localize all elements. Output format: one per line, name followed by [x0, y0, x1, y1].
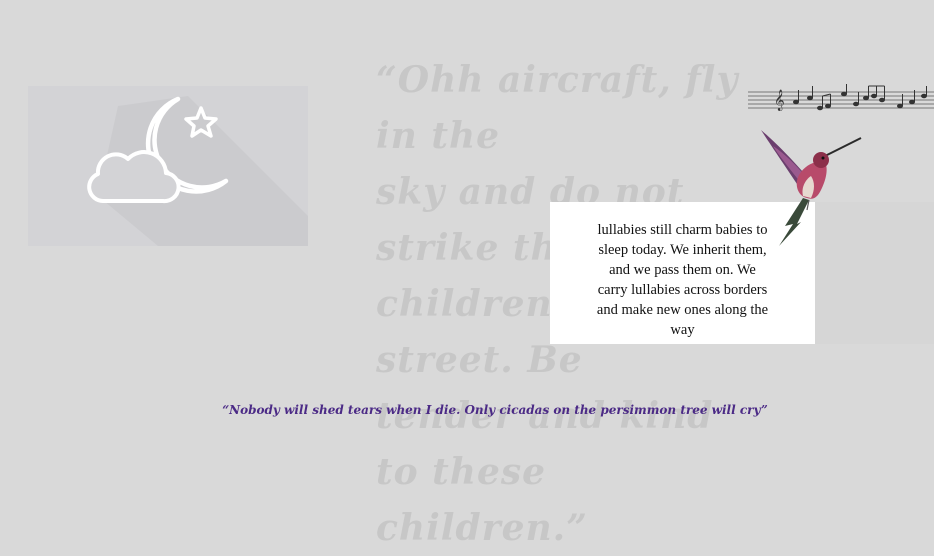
hummingbird-icon	[761, 130, 862, 246]
moon-star-cloud-icon	[87, 96, 308, 246]
bottom-quote: “Nobody will shed tears when I die. Only…	[222, 403, 768, 417]
music-notes-icon: 𝄞	[748, 84, 934, 111]
card-line: and make new ones along the	[596, 302, 769, 318]
card-line: and we pass them on. We	[609, 262, 756, 278]
faded-quote-line: children.”	[376, 507, 588, 549]
svg-text:𝄞: 𝄞	[774, 90, 785, 111]
faded-quote-line: “Ohh aircraft, fly in the	[376, 59, 739, 157]
card-line: way	[670, 322, 695, 338]
card-line: carry lullabies across borders	[597, 282, 768, 298]
weather-icon-tile	[28, 86, 308, 246]
